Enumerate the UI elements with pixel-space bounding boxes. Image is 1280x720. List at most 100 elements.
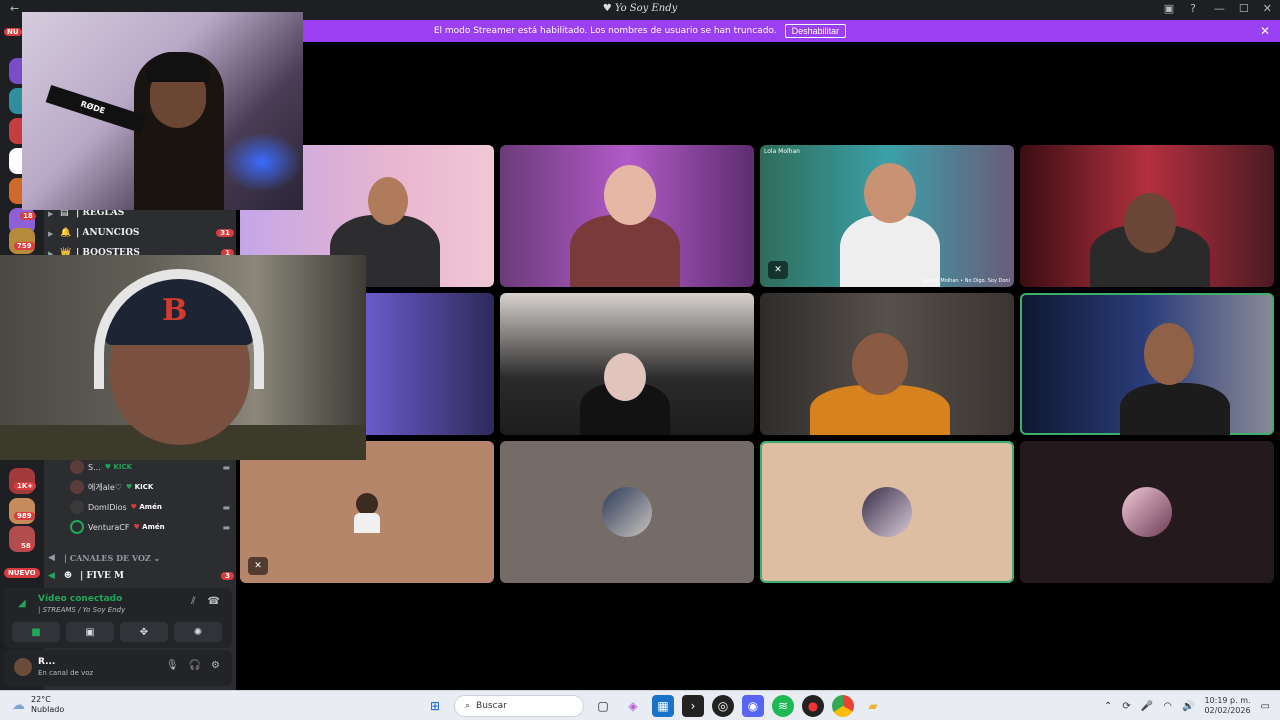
new-badge: NUEVO bbox=[4, 568, 40, 578]
participant-figure bbox=[368, 177, 408, 225]
audio-tile[interactable] bbox=[1020, 441, 1274, 583]
server-icon[interactable] bbox=[9, 228, 35, 254]
close-window-button[interactable]: ✕ bbox=[1263, 2, 1272, 15]
windows-taskbar: ☁ 22°C Nublado ⊞ ⌕ Buscar ▢ ◈ ▦ › ◎ ◉ ≋ … bbox=[0, 690, 1280, 720]
help-icon[interactable]: ? bbox=[1190, 2, 1196, 15]
folder-icon[interactable]: ▰ bbox=[862, 695, 884, 717]
mention-badge: 1K+ bbox=[14, 482, 37, 490]
participant-figure bbox=[1144, 323, 1194, 385]
obs-icon[interactable]: ● bbox=[802, 695, 824, 717]
kick-tag: ♥ KICK bbox=[104, 463, 133, 471]
kick-tag: ♥ KICK bbox=[125, 483, 154, 491]
weather-condition: Nublado bbox=[31, 705, 65, 714]
minimize-button[interactable]: — bbox=[1214, 2, 1225, 15]
server-icon[interactable] bbox=[9, 498, 35, 524]
video-tile[interactable] bbox=[1020, 145, 1274, 287]
start-button[interactable]: ⊞ bbox=[424, 695, 446, 717]
task-view-icon[interactable]: ▢ bbox=[592, 695, 614, 717]
screen-share-button[interactable]: ▣ bbox=[66, 622, 114, 642]
participant-figure bbox=[1124, 193, 1176, 253]
discord-icon[interactable]: ◉ bbox=[742, 695, 764, 717]
speaker-icon: ◀ bbox=[48, 553, 55, 563]
audio-tile[interactable] bbox=[500, 441, 754, 583]
sync-icon[interactable]: ⟳ bbox=[1122, 701, 1130, 712]
video-tile[interactable] bbox=[500, 293, 754, 435]
voice-user[interactable]: VenturaCF ♥ Amén ▬ bbox=[70, 518, 230, 536]
voice-category[interactable]: ◀ | CANALES DE VOZ ⌄ bbox=[48, 549, 234, 567]
avatar bbox=[862, 487, 912, 537]
voice-channel-five-m[interactable]: ◀ ☻ | FIVE M 3 bbox=[48, 567, 234, 585]
tile-caption: @Lola_Molhan • No Digo, Soy Doni bbox=[922, 278, 1010, 284]
close-icon[interactable]: ✕ bbox=[1260, 24, 1270, 38]
camera-icon: ▬ bbox=[222, 522, 230, 532]
muted-icon: ✕ bbox=[248, 557, 268, 575]
voice-status-title: Vídeo conectado bbox=[38, 594, 123, 604]
avatar bbox=[602, 487, 652, 537]
audio-tile[interactable] bbox=[760, 441, 1014, 583]
video-tile[interactable] bbox=[1020, 293, 1274, 435]
copilot-icon[interactable]: ◈ bbox=[622, 695, 644, 717]
video-tile[interactable]: Lola Molhan ✕ @Lola_Molhan • No Digo, So… bbox=[760, 145, 1014, 287]
participant-figure bbox=[604, 165, 656, 225]
search-input[interactable]: ⌕ Buscar bbox=[454, 695, 584, 717]
headphones-icon[interactable]: 🎧 bbox=[189, 660, 201, 671]
mention-badge: 18 bbox=[20, 212, 36, 220]
clock[interactable]: 10:19 p. m. 02/02/2026 bbox=[1204, 696, 1250, 716]
steam-icon[interactable]: ◎ bbox=[712, 695, 734, 717]
bell-icon: 🔔 bbox=[60, 228, 72, 238]
terminal-icon[interactable]: › bbox=[682, 695, 704, 717]
muted-icon: ✕ bbox=[768, 261, 788, 279]
audio-tile[interactable]: ✕ bbox=[240, 441, 494, 583]
voice-user[interactable]: S... ♥ KICK ▬ bbox=[70, 458, 230, 476]
weather-widget[interactable]: ☁ 22°C Nublado bbox=[12, 695, 64, 715]
channel-anuncios[interactable]: ▶ 🔔 | ANUNCIOS 31 bbox=[48, 224, 234, 242]
chrome-icon[interactable] bbox=[832, 695, 854, 717]
disable-streamer-button[interactable]: Deshabilitar bbox=[784, 24, 847, 38]
gear-icon[interactable]: ⚙ bbox=[211, 660, 220, 671]
cloud-icon: ☁ bbox=[12, 697, 25, 713]
noise-suppression-icon[interactable]: ⫽ bbox=[191, 596, 195, 607]
camera-icon: ▬ bbox=[222, 502, 230, 512]
video-tile[interactable] bbox=[760, 293, 1014, 435]
voice-status-subtitle: | STREAMS / Yo Soy Endy bbox=[38, 606, 126, 614]
avatar bbox=[70, 520, 84, 534]
notifications-icon[interactable]: ▭ bbox=[1261, 701, 1270, 712]
avatar bbox=[70, 500, 84, 514]
voice-user-name: S... bbox=[88, 462, 101, 472]
voice-user[interactable]: 에게ale♡ ♥ KICK bbox=[70, 478, 230, 496]
participant-name: Lola Molhan bbox=[764, 148, 800, 155]
inbox-icon[interactable]: ▣ bbox=[1164, 2, 1174, 15]
video-tile[interactable] bbox=[500, 145, 754, 287]
amen-tag: ♥ Amén bbox=[133, 523, 165, 531]
server-icon[interactable] bbox=[9, 468, 35, 494]
participant-figure bbox=[864, 163, 916, 223]
voice-user[interactable]: DomIDios ♥ Amén ▬ bbox=[70, 498, 230, 516]
avatar[interactable] bbox=[14, 658, 32, 676]
chevron-up-icon[interactable]: ⌃ bbox=[1104, 701, 1112, 712]
spotify-icon[interactable]: ≋ bbox=[772, 695, 794, 717]
voice-user-name: 에게ale♡ bbox=[88, 482, 122, 492]
wifi-icon[interactable]: ◠ bbox=[1163, 701, 1172, 712]
avatar bbox=[342, 487, 392, 537]
camera-button[interactable]: ■ bbox=[12, 622, 60, 642]
volume-icon[interactable]: 🔊 bbox=[1182, 701, 1194, 712]
maximize-button[interactable]: ☐ bbox=[1239, 2, 1249, 15]
signal-icon: ◢ bbox=[18, 598, 26, 609]
mention-badge: 58 bbox=[18, 542, 34, 550]
temperature: 22°C bbox=[31, 695, 51, 704]
guest-webcam-overlay: B bbox=[0, 255, 366, 460]
microphone-icon[interactable]: 🎤 bbox=[1141, 701, 1153, 712]
avatar bbox=[70, 460, 84, 474]
disconnect-icon[interactable]: ☎ bbox=[208, 596, 220, 607]
speaker-icon: ◀ bbox=[48, 571, 55, 581]
voice-user-name: DomIDios bbox=[88, 502, 127, 512]
amen-tag: ♥ Amén bbox=[130, 503, 162, 511]
microphone-icon[interactable]: 🎙 bbox=[166, 660, 179, 671]
voice-user-name: VenturaCF bbox=[88, 522, 130, 532]
search-icon: ⌕ bbox=[465, 701, 471, 711]
neon-light bbox=[222, 132, 302, 192]
soundboard-button[interactable]: ✺ bbox=[174, 622, 222, 642]
activities-button[interactable]: ✥ bbox=[120, 622, 168, 642]
user-panel: R... En canal de voz 🎙 🎧 ⚙ bbox=[4, 650, 232, 686]
store-icon[interactable]: ▦ bbox=[652, 695, 674, 717]
